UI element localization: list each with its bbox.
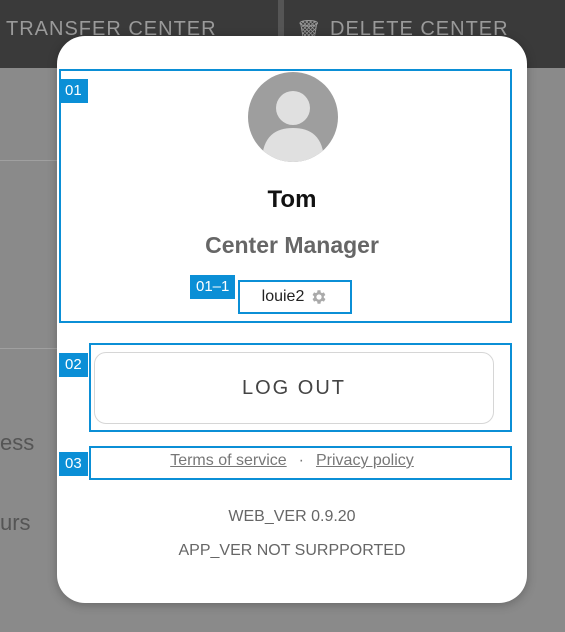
annotation-box-02 xyxy=(89,343,512,432)
background-divider xyxy=(0,348,60,349)
background-text: ess xyxy=(0,430,35,455)
annotation-label-03: 03 xyxy=(59,452,88,476)
web-version: WEB_VER 0.9.20 xyxy=(228,508,356,525)
annotation-box-01 xyxy=(59,69,512,323)
background-divider xyxy=(0,160,60,161)
app-version: APP_VER NOT SURPPORTED xyxy=(178,542,406,559)
annotation-label-01-1: 01–1 xyxy=(190,275,236,299)
annotation-box-03 xyxy=(89,446,512,480)
annotation-label-01: 01 xyxy=(59,79,88,103)
background-text: urs xyxy=(0,510,31,535)
annotation-label-02: 02 xyxy=(59,353,88,377)
